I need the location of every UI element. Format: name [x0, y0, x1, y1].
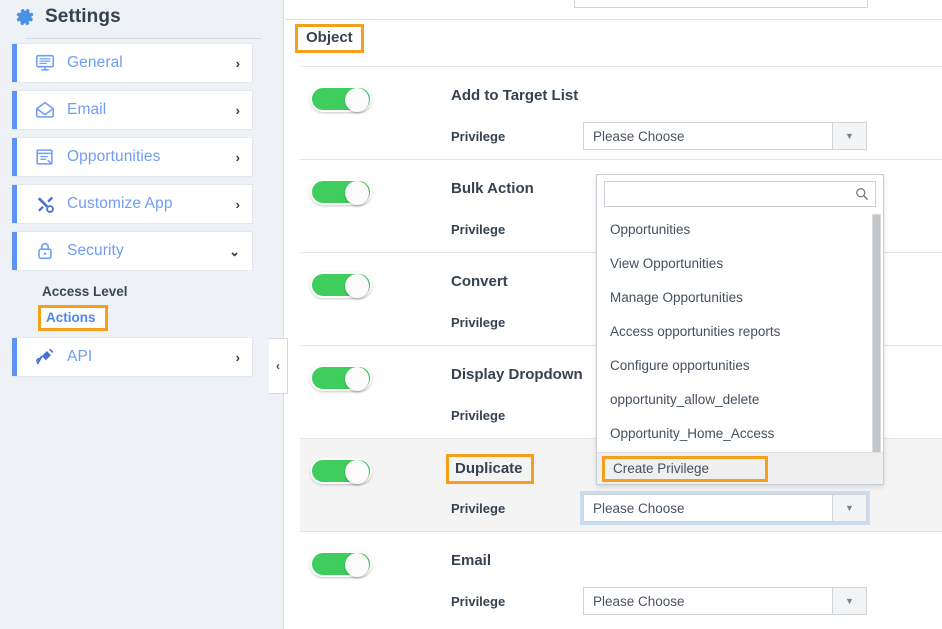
action-title: Bulk Action: [451, 180, 534, 197]
privilege-dropdown-panel[interactable]: Opportunities View Opportunities Manage Op…: [596, 174, 884, 485]
dropdown-scrollbar[interactable]: [872, 214, 881, 452]
chevron-right-icon: ›: [235, 196, 240, 212]
privilege-label: Privilege: [451, 129, 506, 144]
privilege-select[interactable]: Please Choose ▼: [583, 494, 867, 522]
action-toggle[interactable]: [310, 365, 372, 391]
actions-annotation-box: Actions: [38, 305, 108, 331]
toggle-knob: [345, 88, 369, 112]
action-row: Add to Target List Privilege Please Choose…: [300, 66, 942, 159]
sidebar-item-label: General: [67, 54, 123, 71]
create-privilege-label: Create Privilege: [602, 455, 769, 482]
toggle-wrapper: [310, 86, 372, 112]
object-section-label: Object: [306, 29, 353, 46]
sidebar-item-security[interactable]: Security ⌄: [12, 231, 253, 271]
dropdown-option[interactable]: View Opportunities: [597, 246, 883, 280]
action-title: Convert: [451, 273, 508, 290]
scrollbar-thumb[interactable]: [873, 215, 880, 452]
dropdown-search-box[interactable]: [604, 181, 876, 207]
sidebar-item-email[interactable]: Email ›: [12, 90, 253, 130]
toggle-wrapper: [310, 179, 372, 205]
sidebar-header: Settings: [0, 0, 283, 38]
action-row: Email Privilege Please Choose ▼: [300, 531, 942, 624]
chevron-right-icon: ›: [235, 149, 240, 165]
privilege-label: Privilege: [451, 408, 506, 423]
privilege-label: Privilege: [451, 594, 506, 609]
toggle-wrapper: [310, 551, 372, 577]
toggle-knob: [345, 460, 369, 484]
dropdown-search-row: [597, 175, 883, 212]
action-toggle[interactable]: [310, 179, 372, 205]
chevron-down-icon: ⌄: [229, 243, 240, 259]
privilege-select-value: Please Choose: [593, 500, 685, 516]
plug-icon: [35, 348, 54, 365]
envelope-icon: [35, 101, 55, 118]
dropdown-option[interactable]: Opportunities: [597, 212, 883, 246]
sidebar-item-label: Email: [67, 101, 107, 118]
toggle-wrapper: [310, 365, 372, 391]
lock-icon: [38, 242, 52, 260]
top-divider: [285, 19, 942, 20]
chevron-right-icon: ›: [235, 349, 240, 365]
dropdown-option[interactable]: Access opportunities reports: [597, 314, 883, 348]
toggle-knob: [345, 181, 369, 205]
dropdown-option[interactable]: Configure opportunities: [597, 348, 883, 382]
dropdown-option[interactable]: Opportunity_Home_Access: [597, 416, 883, 450]
action-toggle[interactable]: [310, 551, 372, 577]
header-divider: [26, 38, 261, 39]
action-title: Display Dropdown: [451, 366, 583, 383]
privilege-select-value: Please Choose: [593, 593, 685, 609]
dropdown-option-list: Opportunities View Opportunities Manage Op…: [597, 212, 883, 452]
action-toggle[interactable]: [310, 458, 372, 484]
action-title: Email: [451, 552, 492, 569]
action-title: Duplicate: [446, 454, 534, 484]
chevron-left-icon: ‹: [276, 359, 280, 373]
sidebar-item-label: Security: [67, 242, 124, 259]
gear-icon: [16, 8, 34, 26]
object-annotation-box: Object: [295, 24, 364, 53]
sidebar-item-label: Customize App: [67, 195, 173, 212]
sidebar-subitem-access-level[interactable]: Access Level: [0, 278, 283, 301]
sidebar-collapse-handle[interactable]: ‹: [269, 338, 288, 394]
sidebar-item-label: API: [67, 348, 93, 365]
dropdown-option[interactable]: Manage Opportunities: [597, 280, 883, 314]
privilege-select[interactable]: Please Choose ▼: [583, 587, 867, 615]
privilege-label: Privilege: [451, 315, 506, 330]
dropdown-option[interactable]: opportunity_allow_delete: [597, 382, 883, 416]
chevron-right-icon: ›: [235, 55, 240, 71]
page-title: Settings: [45, 6, 121, 27]
settings-sidebar: Settings General › Email › Opportunities…: [0, 0, 284, 629]
privilege-select[interactable]: Please Choose ▼: [583, 122, 867, 150]
sidebar-item-api[interactable]: API ›: [12, 337, 253, 377]
sidebar-item-customize-app[interactable]: Customize App ›: [12, 184, 253, 224]
toggle-wrapper: [310, 458, 372, 484]
privilege-select-value: Please Choose: [593, 128, 685, 144]
chevron-down-icon[interactable]: ▼: [832, 495, 866, 521]
sidebar-item-label: Opportunities: [67, 148, 161, 165]
search-input[interactable]: [605, 182, 875, 206]
privilege-label: Privilege: [451, 501, 506, 516]
action-toggle[interactable]: [310, 86, 372, 112]
privilege-label: Privilege: [451, 222, 506, 237]
search-icon: [856, 188, 869, 201]
toggle-knob: [345, 553, 369, 577]
action-title: Add to Target List: [451, 87, 579, 104]
document-icon: [36, 149, 53, 165]
action-toggle[interactable]: [310, 272, 372, 298]
toggle-knob: [345, 367, 369, 391]
partial-select-above: [574, 0, 868, 8]
toggle-knob: [345, 274, 369, 298]
sidebar-subitem-actions[interactable]: Actions: [46, 310, 96, 325]
sidebar-item-general[interactable]: General ›: [12, 43, 253, 83]
chevron-down-icon[interactable]: ▼: [832, 123, 866, 149]
sidebar-item-opportunities[interactable]: Opportunities ›: [12, 137, 253, 177]
monitor-icon: [35, 54, 55, 71]
chevron-right-icon: ›: [235, 102, 240, 118]
wrench-icon: [37, 196, 54, 213]
create-privilege-option[interactable]: Create Privilege: [597, 452, 883, 484]
chevron-down-icon[interactable]: ▼: [832, 588, 866, 614]
toggle-wrapper: [310, 272, 372, 298]
